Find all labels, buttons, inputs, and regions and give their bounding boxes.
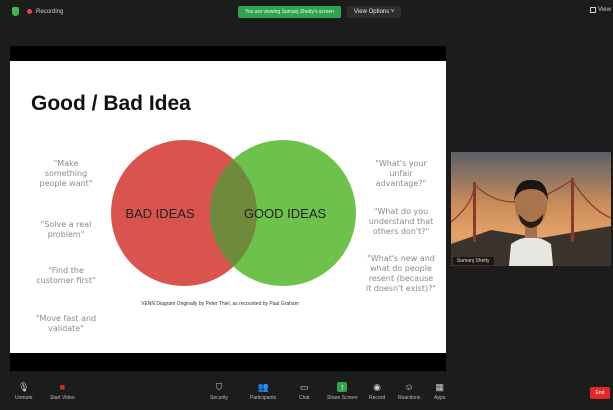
recording-indicator: Recording xyxy=(12,7,63,16)
left-quote: "Make something people want" xyxy=(39,159,93,188)
apps-label: Apps xyxy=(434,395,446,401)
reactions-label: Reactions xyxy=(398,395,421,401)
left-quote: "Find the customer first" xyxy=(36,266,96,285)
reactions-button[interactable]: ☺ Reactions xyxy=(398,382,420,401)
record-label: Record xyxy=(369,395,386,401)
security-label: Security xyxy=(210,395,229,401)
recording-dot-icon xyxy=(27,9,32,14)
presentation-slide: Good / Bad Idea BAD IDEAS GOOD IDEAS "Ma… xyxy=(10,61,446,353)
chat-label: Chat xyxy=(299,395,310,401)
people-icon: 👥 xyxy=(257,382,269,392)
share-screen-label: Share Screen xyxy=(327,395,358,401)
participant-video-feed xyxy=(451,152,611,266)
reactions-icon: ☺ xyxy=(404,382,414,392)
record-button[interactable]: ◉ Record xyxy=(369,382,385,401)
end-meeting-button[interactable]: End xyxy=(590,387,610,399)
chat-icon: ▭ xyxy=(300,382,309,392)
participants-label: Participants xyxy=(250,395,277,401)
viewing-screen-banner: You are viewing Sumanj Shetty's screen xyxy=(238,6,341,18)
view-button[interactable]: View xyxy=(590,7,611,13)
share-screen-icon: ↑ xyxy=(337,382,348,392)
participants-button[interactable]: 👥 Participants xyxy=(250,382,276,401)
right-quote: "What's your unfair advantage?" xyxy=(375,159,427,188)
slide-caption: VENN Diagram Originally by Peter Thiel, … xyxy=(141,301,299,307)
start-video-button[interactable]: ■ Start Video xyxy=(50,382,75,401)
unmute-button[interactable]: 🎙 Unmute xyxy=(15,382,33,401)
view-label: View xyxy=(598,7,611,13)
recording-label: Recording xyxy=(36,8,64,15)
shield-icon: ⛉ xyxy=(215,382,223,392)
apps-button[interactable]: ▦ Apps xyxy=(434,382,445,401)
apps-icon: ▦ xyxy=(435,382,444,392)
security-button[interactable]: ⛉ Security xyxy=(210,382,228,401)
bad-ideas-label: BAD IDEAS xyxy=(125,206,195,221)
right-quote: "What do you understand that others don'… xyxy=(368,207,434,236)
good-ideas-label: GOOD IDEAS xyxy=(244,206,327,221)
left-quote: "Solve a real problem" xyxy=(40,220,92,239)
microphone-icon: 🎙 xyxy=(18,382,30,392)
unmute-label: Unmute xyxy=(15,395,33,401)
record-icon: ◉ xyxy=(373,382,381,392)
start-video-label: Start Video xyxy=(50,395,75,401)
view-options-label: View Options xyxy=(354,9,390,15)
left-quote: "Move fast and validate" xyxy=(35,314,97,333)
participant-name-tag: Sumanj Shetty xyxy=(453,257,494,265)
video-camera-icon: ■ xyxy=(59,382,66,392)
share-screen-button[interactable]: ↑ Share Screen xyxy=(327,382,358,401)
view-options-button[interactable]: View Options ˅ xyxy=(347,6,402,18)
right-quote: "What's new and what do people resent (b… xyxy=(366,254,437,293)
security-shield-icon xyxy=(12,7,19,16)
chat-button[interactable]: ▭ Chat xyxy=(299,382,310,401)
grid-view-icon xyxy=(590,7,596,13)
participant-video-tile[interactable] xyxy=(451,152,611,266)
